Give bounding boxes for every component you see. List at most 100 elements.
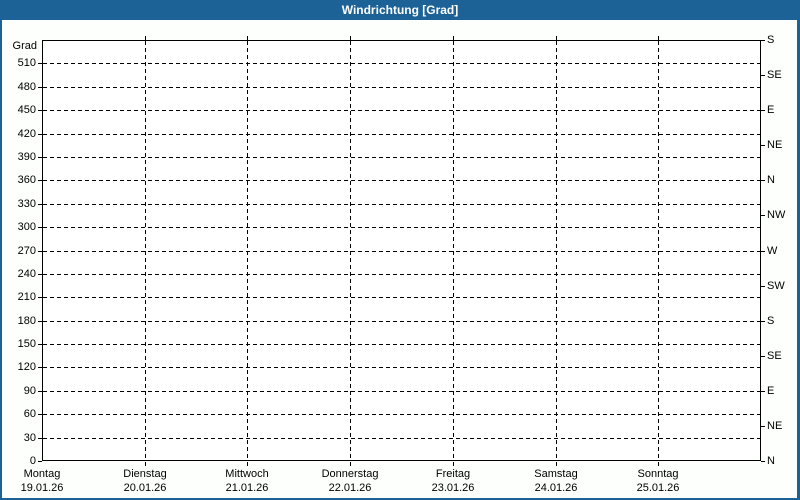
- y-axis-tick: [38, 63, 42, 64]
- y-gridline: [43, 87, 760, 88]
- compass-label: SW: [767, 280, 785, 292]
- y-tick-label: 420: [17, 128, 36, 140]
- y-tick-label: 330: [17, 198, 36, 210]
- y-gridline: [43, 63, 760, 64]
- axis-tick-bottom: [350, 462, 351, 466]
- y-gridline: [43, 438, 760, 439]
- y-axis-tick: [38, 438, 42, 439]
- y-tick-label: 270: [17, 245, 36, 257]
- x-gridline: [145, 41, 146, 460]
- y-axis-tick: [38, 344, 42, 345]
- y-gridline: [43, 157, 760, 158]
- y-tick-label: 240: [17, 268, 36, 280]
- axis-tick-bottom: [247, 462, 248, 466]
- y-axis-tick: [38, 414, 42, 415]
- y-tick-label: 210: [17, 291, 36, 303]
- y-gridline: [43, 274, 760, 275]
- compass-tick: [761, 40, 765, 41]
- y-axis-tick: [38, 110, 42, 111]
- y-tick-label: 180: [17, 315, 36, 327]
- y-gridline: [43, 204, 760, 205]
- y-axis-tick: [38, 321, 42, 322]
- axis-tick-bottom: [556, 462, 557, 466]
- day-date-label: 20.01.26: [123, 482, 167, 494]
- compass-label: E: [767, 104, 775, 116]
- y-gridline: [43, 344, 760, 345]
- y-tick-label: 90: [23, 385, 36, 397]
- compass-tick: [761, 180, 765, 181]
- x-gridline: [556, 41, 557, 460]
- axis-tick-bottom: [145, 462, 146, 466]
- title-bar: Windrichtung [Grad]: [0, 0, 800, 20]
- y-tick-label: 300: [17, 221, 36, 233]
- day-date-label: 23.01.26: [431, 482, 475, 494]
- y-gridline: [43, 251, 760, 252]
- y-axis-unit-label: Grad: [12, 40, 37, 52]
- compass-tick: [761, 426, 765, 427]
- day-date-label: 22.01.26: [328, 482, 372, 494]
- chart-title: Windrichtung [Grad]: [341, 3, 459, 17]
- y-tick-label: 450: [17, 104, 36, 116]
- day-date-label: 25.01.26: [636, 482, 680, 494]
- x-gridline: [658, 41, 659, 460]
- y-axis-tick: [38, 391, 42, 392]
- compass-label: E: [767, 385, 775, 397]
- y-gridline: [43, 180, 760, 181]
- compass-tick: [761, 391, 765, 392]
- compass-label: NE: [767, 420, 783, 432]
- y-tick-label: 510: [17, 57, 36, 69]
- compass-tick: [761, 321, 765, 322]
- compass-tick: [761, 110, 765, 111]
- y-tick-label: 390: [17, 151, 36, 163]
- wind-direction-chart-window: Windrichtung [Grad] Grad 0 30 60 90 120 150 18…: [0, 0, 800, 500]
- day-date-label: 19.01.26: [20, 482, 64, 494]
- y-gridline: [43, 297, 760, 298]
- y-axis-tick: [38, 180, 42, 181]
- compass-tick: [761, 461, 765, 462]
- y-axis-tick: [38, 274, 42, 275]
- y-axis-tick: [38, 157, 42, 158]
- y-axis-tick: [38, 251, 42, 252]
- compass-label: NW: [767, 209, 786, 221]
- y-axis-tick: [38, 461, 42, 462]
- day-name-label: Mittwoch: [225, 468, 269, 480]
- day-name-label: Freitag: [435, 468, 471, 480]
- y-tick-label: 30: [23, 432, 36, 444]
- compass-tick: [761, 145, 765, 146]
- compass-label: SE: [767, 350, 782, 362]
- y-axis-tick: [38, 204, 42, 205]
- y-gridline: [43, 110, 760, 111]
- axis-tick-top: [247, 36, 248, 40]
- y-gridline: [43, 321, 760, 322]
- axis-tick-top: [350, 36, 351, 40]
- compass-label: S: [767, 315, 775, 327]
- axis-tick-top: [658, 36, 659, 40]
- axis-tick-bottom: [658, 462, 659, 466]
- compass-label: N: [767, 174, 775, 186]
- axis-tick-bottom: [453, 462, 454, 466]
- axis-tick-top: [556, 36, 557, 40]
- y-axis-tick: [38, 297, 42, 298]
- y-tick-label: 480: [17, 81, 36, 93]
- day-name-label: Donnerstag: [321, 468, 379, 480]
- compass-label: NE: [767, 139, 783, 151]
- compass-tick: [761, 215, 765, 216]
- y-tick-label: 360: [17, 174, 36, 186]
- y-tick-label: 120: [17, 361, 36, 373]
- y-gridline: [43, 391, 760, 392]
- window-border-left: [0, 0, 2, 500]
- axis-tick-top: [453, 36, 454, 40]
- day-name-label: Sonntag: [637, 468, 679, 480]
- compass-tick: [761, 75, 765, 76]
- y-tick-label: 60: [23, 408, 36, 420]
- y-gridline: [43, 134, 760, 135]
- day-date-label: 21.01.26: [225, 482, 269, 494]
- y-axis-tick: [38, 87, 42, 88]
- day-name-label: Dienstag: [123, 468, 167, 480]
- compass-label: S: [767, 34, 775, 46]
- y-axis-tick: [38, 227, 42, 228]
- day-date-label: 24.01.26: [534, 482, 578, 494]
- y-axis-tick: [38, 134, 42, 135]
- compass-tick: [761, 251, 765, 252]
- compass-tick: [761, 356, 765, 357]
